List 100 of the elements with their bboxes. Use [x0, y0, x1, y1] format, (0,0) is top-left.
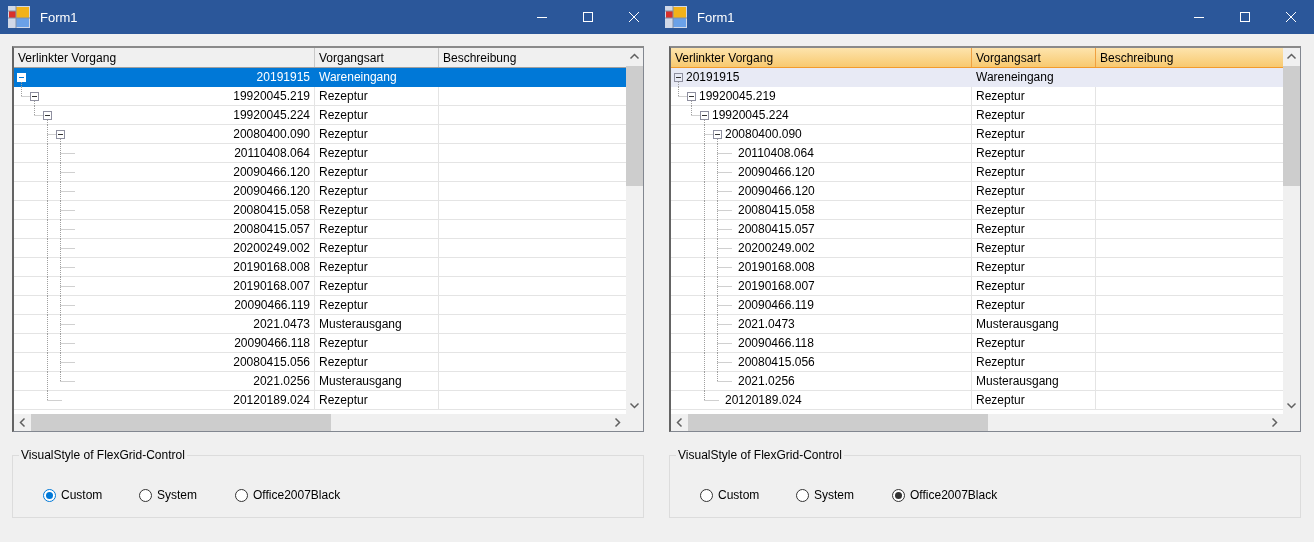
radio-button[interactable]	[892, 488, 905, 502]
table-cell: Rezeptur	[319, 89, 368, 103]
table-cell-text: 20090466.118	[738, 336, 815, 350]
tree-connector	[47, 277, 75, 296]
table-cell: Rezeptur	[976, 146, 1025, 160]
tree-connector	[704, 201, 732, 220]
radio-label[interactable]: System	[157, 488, 197, 502]
table-cell-text: 20110408.064	[233, 146, 310, 160]
table-cell: Rezeptur	[319, 336, 368, 350]
table-row[interactable]: 19920045.219 Rezeptur	[14, 87, 626, 106]
vertical-scrollbar[interactable]	[1283, 48, 1300, 414]
table-cell: Rezeptur	[976, 108, 1025, 122]
tree-connector	[691, 106, 705, 125]
table-cell: Rezeptur	[976, 89, 1025, 103]
table-row[interactable]: 20080415.057 Rezeptur	[14, 220, 626, 239]
table-row[interactable]: 20190168.008 Rezeptur	[14, 258, 626, 277]
table-row[interactable]: 19920045.224 Rezeptur	[14, 106, 626, 125]
table-row[interactable]: 20080415.058 Rezeptur	[671, 201, 1283, 220]
table-cell: Rezeptur	[319, 222, 368, 236]
table-row[interactable]: 20200249.002 Rezeptur	[671, 239, 1283, 258]
collapse-icon[interactable]	[43, 111, 52, 120]
table-cell: Wareneingang	[976, 70, 1054, 84]
scrollbar-thumb[interactable]	[31, 414, 331, 431]
scrollbar-thumb[interactable]	[688, 414, 988, 431]
table-cell-text: 2021.0473	[252, 317, 310, 331]
table-row[interactable]: 20191915 Wareneingang	[671, 68, 1283, 87]
table-row[interactable]: 20110408.064 Rezeptur	[671, 144, 1283, 163]
column-header[interactable]: Vorgangsart	[972, 48, 1096, 67]
table-cell: Rezeptur	[976, 203, 1025, 217]
table-row[interactable]: 20080400.090 Rezeptur	[14, 125, 626, 144]
radio-button[interactable]	[796, 488, 809, 502]
scrollbar-thumb[interactable]	[626, 66, 643, 186]
table-cell: Rezeptur	[976, 260, 1025, 274]
table-row[interactable]: 20080400.090 Rezeptur	[671, 125, 1283, 144]
table-cell: Rezeptur	[976, 393, 1025, 407]
table-row[interactable]: 20190168.008 Rezeptur	[671, 258, 1283, 277]
radio-button[interactable]	[700, 488, 713, 502]
table-row[interactable]: 20080415.057 Rezeptur	[671, 220, 1283, 239]
table-row[interactable]: 2021.0473 Musterausgang	[14, 315, 626, 334]
table-row[interactable]: 19920045.224 Rezeptur	[671, 106, 1283, 125]
table-row[interactable]: 20190168.007 Rezeptur	[14, 277, 626, 296]
table-row[interactable]: 20080415.056 Rezeptur	[671, 353, 1283, 372]
radio-label[interactable]: Custom	[61, 488, 103, 502]
table-cell: Rezeptur	[319, 165, 368, 179]
minimize-icon	[537, 16, 547, 18]
radio-button[interactable]	[43, 488, 56, 502]
table-row[interactable]: 20090466.118 Rezeptur	[671, 334, 1283, 353]
column-header[interactable]: Verlinkter Vorgang	[14, 48, 315, 67]
table-row[interactable]: 20090466.120 Rezeptur	[14, 163, 626, 182]
radio-button[interactable]	[139, 488, 152, 502]
column-header[interactable]: Verlinkter Vorgang	[671, 48, 972, 67]
table-cell-text: 20090466.119	[738, 298, 815, 312]
collapse-icon[interactable]	[687, 92, 696, 101]
radio-button[interactable]	[235, 488, 248, 502]
app-icon	[7, 5, 31, 29]
table-row[interactable]: 20190168.007 Rezeptur	[671, 277, 1283, 296]
table-row[interactable]: 2021.0473 Musterausgang	[671, 315, 1283, 334]
table-row[interactable]: 20191915 Wareneingang	[14, 68, 626, 87]
vertical-scrollbar[interactable]	[626, 48, 643, 414]
table-cell-text: 20110408.064	[738, 146, 815, 160]
radio-label[interactable]: Office2007Black	[253, 488, 341, 502]
collapse-icon[interactable]	[700, 111, 709, 120]
table-cell-text: 20090466.120	[738, 184, 816, 198]
tree-connector	[704, 182, 732, 201]
table-cell-text: 20200249.002	[738, 241, 816, 255]
table-cell: Rezeptur	[319, 393, 368, 407]
radio-label[interactable]: System	[814, 488, 854, 502]
maximize-icon	[583, 12, 593, 22]
table-row[interactable]: 19920045.219 Rezeptur	[671, 87, 1283, 106]
table-cell-text: 19920045.224	[712, 108, 790, 122]
collapse-icon[interactable]	[713, 130, 722, 139]
table-cell-text: 20080415.056	[232, 355, 310, 369]
collapse-icon[interactable]	[56, 130, 65, 139]
tree-connector	[47, 182, 75, 201]
scrollbar-thumb[interactable]	[1283, 66, 1300, 186]
table-row[interactable]: 20080415.058 Rezeptur	[14, 201, 626, 220]
close-icon	[1286, 12, 1296, 22]
table-row[interactable]: 20090466.118 Rezeptur	[14, 334, 626, 353]
collapse-icon[interactable]	[30, 92, 39, 101]
table-row[interactable]: 20090466.119 Rezeptur	[671, 296, 1283, 315]
table-cell: Rezeptur	[976, 241, 1025, 255]
table-row[interactable]: 20110408.064 Rezeptur	[14, 144, 626, 163]
tree-connector	[704, 296, 732, 315]
table-row[interactable]: 20120189.024 Rezeptur	[671, 391, 1283, 410]
table-row[interactable]: 20090466.120 Rezeptur	[671, 163, 1283, 182]
table-row[interactable]: 20200249.002 Rezeptur	[14, 239, 626, 258]
radio-label[interactable]: Custom	[718, 488, 760, 502]
table-cell: Rezeptur	[319, 108, 368, 122]
column-header[interactable]: Vorgangsart	[315, 48, 439, 67]
table-row[interactable]: 20090466.120 Rezeptur	[14, 182, 626, 201]
table-row[interactable]: 20080415.056 Rezeptur	[14, 353, 626, 372]
table-row[interactable]: 2021.0256 Musterausgang	[14, 372, 626, 391]
table-row[interactable]: 20120189.024 Rezeptur	[14, 391, 626, 410]
table-cell-text: 20080415.058	[738, 203, 816, 217]
table-cell-text: 19920045.219	[699, 89, 777, 103]
table-row[interactable]: 2021.0256 Musterausgang	[671, 372, 1283, 391]
table-row[interactable]: 20090466.120 Rezeptur	[671, 182, 1283, 201]
collapse-icon[interactable]	[674, 73, 683, 82]
radio-label[interactable]: Office2007Black	[910, 488, 998, 502]
table-row[interactable]: 20090466.119 Rezeptur	[14, 296, 626, 315]
